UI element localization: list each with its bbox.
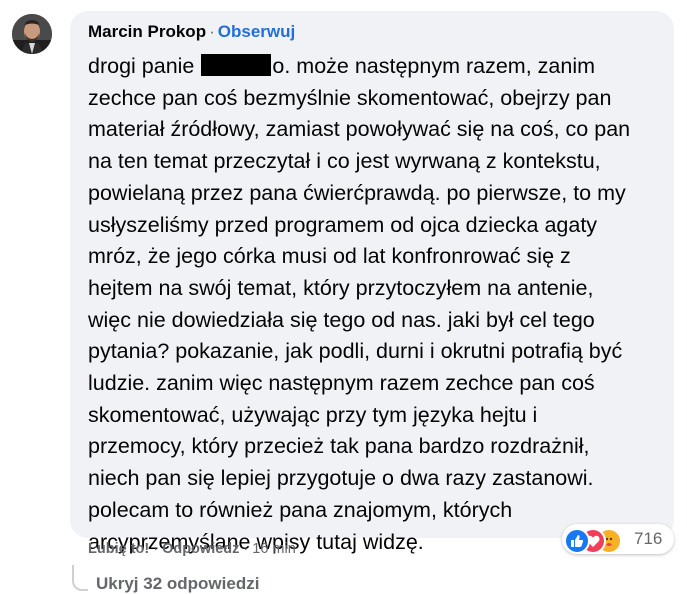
- comment-line: drogi panie o. może następnym razem, zan…: [88, 51, 668, 83]
- like-button[interactable]: Lubię to!: [88, 541, 149, 557]
- comment-line: niech pan się lepiej przygotuje o dwa ra…: [88, 466, 594, 491]
- comment-line: skomentować, używając przy tym języka he…: [88, 402, 538, 427]
- comment-line: pytania? pokazanie, jak podli, durni i o…: [88, 339, 623, 364]
- comment-line: zechce pan coś bezmyślnie skomentować, o…: [88, 85, 612, 110]
- header-separator: ·: [209, 22, 215, 41]
- author-avatar[interactable]: [12, 14, 52, 54]
- comment-actions: Lubię to! · Odpowiedz · 16 min: [88, 541, 296, 557]
- comment-line: przemocy, który przecież tak pana bardzo…: [88, 434, 590, 459]
- comment-line-start: drogi panie: [88, 54, 195, 78]
- comment-line: powielaną przez pana ćwierćprawdą. po pi…: [88, 180, 626, 205]
- comment-bubble: Marcin Prokop · Obserwuj drogi panie o. mo…: [70, 11, 674, 554]
- action-separator: ·: [153, 541, 159, 557]
- follow-button[interactable]: Obserwuj: [218, 22, 295, 41]
- like-icon: [564, 528, 590, 554]
- comment-line: mróz, że jego córka musi od lat konfronr…: [88, 244, 571, 269]
- action-separator: ·: [243, 541, 249, 557]
- comment-line: więc nie dowiedziała się tego od nas. ja…: [88, 307, 595, 332]
- comment-header: Marcin Prokop · Obserwuj: [88, 22, 295, 42]
- comment-line: na ten temat przeczytał i co jest wyrwan…: [88, 149, 601, 174]
- comment-line: polecam to również pana znajomym, któryc…: [88, 497, 513, 522]
- comment-line: ludzie. zanim więc następnym razem zechc…: [88, 371, 595, 396]
- comment-timestamp[interactable]: 16 min: [252, 541, 296, 557]
- reply-thread-line: [72, 565, 88, 591]
- hide-replies-button[interactable]: Ukryj 32 odpowiedzi: [96, 574, 259, 594]
- reactions-summary[interactable]: 716: [562, 524, 674, 554]
- redacted-name: [201, 54, 272, 76]
- reply-button[interactable]: Odpowiedz: [162, 541, 239, 557]
- comment-line: materiał źródłowy, zamiast powoływać się…: [88, 117, 631, 142]
- reaction-count: 716: [634, 529, 663, 548]
- comment-line: usłyszeliśmy przed programem od ojca dzi…: [88, 212, 598, 237]
- comment-line-tail: o. może następnym razem, zanim: [272, 54, 596, 78]
- comment-text: drogi panie o. może następnym razem, zan…: [88, 51, 668, 558]
- comment-line: hejtem na swój temat, który przytoczyłem…: [88, 275, 594, 300]
- author-name[interactable]: Marcin Prokop: [88, 22, 206, 41]
